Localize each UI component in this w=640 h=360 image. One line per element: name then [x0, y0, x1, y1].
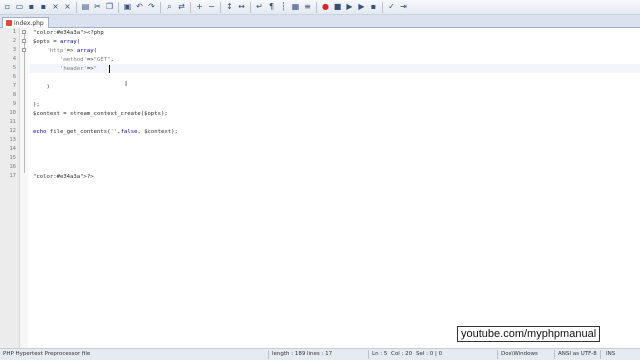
toolbar-separator — [190, 1, 191, 13]
line-number: 5 — [12, 65, 16, 71]
status-lines: lines : 17 — [307, 351, 333, 357]
line-number: 8 — [12, 92, 16, 98]
fold-toggle-icon[interactable] — [22, 39, 26, 43]
current-line-highlight — [29, 64, 640, 73]
print-icon[interactable]: ▤ — [80, 2, 91, 13]
toolbar-separator — [250, 1, 251, 13]
toolbar-separator — [316, 1, 317, 13]
status-bar: PHP Hypertext Preprocessor file length :… — [0, 348, 640, 360]
toolbar-separator — [220, 1, 221, 13]
line-number-gutter: 1 2 3 4 5 6 7 8 9 10 11 12 13 14 15 16 17 — [0, 28, 20, 348]
show-all-icon[interactable]: ¶ — [266, 2, 277, 13]
code-line[interactable]: "color:#e34a3a">?> — [33, 173, 94, 182]
code-line[interactable]: ); — [33, 101, 40, 110]
toolbar-separator — [382, 1, 383, 13]
line-number: 15 — [9, 155, 16, 161]
doc-map-icon[interactable]: ▦ — [290, 2, 301, 13]
line-number: 1 — [12, 29, 16, 35]
php-file-icon — [6, 20, 12, 26]
tab-label: index.php — [14, 19, 44, 27]
fold-guide — [24, 33, 25, 173]
tab-bar: index.php — [0, 15, 640, 28]
play-multi-icon[interactable]: ▶ — [356, 2, 367, 13]
save-macro-icon[interactable]: ▪ — [368, 2, 379, 13]
line-number: 3 — [12, 47, 16, 53]
replace-icon[interactable]: ⇄ — [176, 2, 187, 13]
copy-icon[interactable]: ❐ — [104, 2, 115, 13]
line-number: 16 — [9, 164, 16, 170]
paste-icon[interactable]: ▣ — [122, 2, 133, 13]
status-col: Col : 20 — [391, 351, 413, 357]
line-number: 14 — [9, 146, 16, 152]
line-number: 11 — [9, 119, 16, 125]
undo-icon[interactable]: ↶ — [134, 2, 145, 13]
status-divider — [554, 350, 555, 359]
zoom-in-icon[interactable]: + — [194, 2, 205, 13]
line-number: 13 — [9, 137, 16, 143]
toolbar: ▫ ▭ ▪ ▪ × × ▤ ✂ ❐ ▣ ↶ ↷ ⌕ ⇄ + − ↕ ↔ ↵ ¶ ┆ ▦ ≡ ● ■ ▶ ▶ ▪ ✓ ⇥ — [0, 0, 640, 15]
tab-index-php[interactable]: index.php — [2, 17, 49, 28]
line-number: 7 — [12, 83, 16, 89]
status-ln: Ln : 5 — [372, 351, 388, 357]
toolbar-separator — [160, 1, 161, 13]
word-wrap-icon[interactable]: ↵ — [254, 2, 265, 13]
status-divider — [497, 350, 498, 359]
cut-icon[interactable]: ✂ — [92, 2, 103, 13]
record-icon[interactable]: ● — [320, 2, 331, 13]
code-editor[interactable]: 1 2 3 4 5 6 7 8 9 10 11 12 13 14 15 16 17 "color:#e34a3a… — [0, 28, 640, 348]
line-number: 12 — [9, 128, 16, 134]
status-encoding[interactable]: ANSI as UTF-8 — [558, 351, 597, 357]
stop-icon[interactable]: ■ — [332, 2, 343, 13]
close-icon[interactable]: × — [50, 2, 61, 13]
mouse-text-cursor-icon: I — [125, 80, 128, 88]
save-all-icon[interactable]: ▪ — [38, 2, 49, 13]
spellcheck-icon[interactable]: ✓ — [386, 2, 397, 13]
text-caret — [109, 65, 110, 73]
line-number: 10 — [9, 110, 16, 116]
status-insert-mode[interactable]: INS — [606, 351, 615, 357]
save-icon[interactable]: ▪ — [26, 2, 37, 13]
line-number: 2 — [12, 38, 16, 44]
code-line[interactable]: echo file_get_contents('',false, $contex… — [33, 128, 178, 137]
new-file-icon[interactable]: ▫ — [2, 2, 13, 13]
code-line[interactable]: 'method'=>"GET", — [33, 56, 114, 65]
code-line[interactable]: 'http'=> array( — [33, 47, 97, 56]
code-line[interactable]: "color:#e34a3a"><?php — [33, 29, 104, 38]
status-language: PHP Hypertext Preprocessor file — [3, 351, 91, 357]
code-line[interactable]: 'header'=>" — [33, 65, 97, 74]
status-divider — [368, 350, 369, 359]
find-icon[interactable]: ⌕ — [164, 2, 175, 13]
fold-toggle-icon[interactable] — [22, 48, 26, 52]
status-sel: Sel : 0 | 0 — [416, 351, 443, 357]
status-divider — [268, 350, 269, 359]
sync-h-icon[interactable]: ↔ — [236, 2, 247, 13]
toolbar-separator — [118, 1, 119, 13]
status-eol[interactable]: Dos\Windows — [501, 351, 538, 357]
open-icon[interactable]: ▭ — [14, 2, 25, 13]
line-number: 9 — [12, 101, 16, 107]
line-number: 6 — [12, 74, 16, 80]
line-number: 4 — [12, 56, 16, 62]
status-divider — [600, 350, 601, 359]
code-line[interactable]: $context = stream_context_create($opts); — [33, 110, 168, 119]
trim-icon[interactable]: ⇥ — [398, 2, 409, 13]
indent-guide-icon[interactable]: ┆ — [278, 2, 289, 13]
function-list-icon[interactable]: ≡ — [302, 2, 313, 13]
sync-v-icon[interactable]: ↕ — [224, 2, 235, 13]
status-length: length : 189 — [272, 351, 306, 357]
close-all-icon[interactable]: × — [62, 2, 73, 13]
code-line[interactable]: $opts = array( — [33, 38, 80, 47]
code-line[interactable]: ) — [33, 83, 49, 92]
play-icon[interactable]: ▶ — [344, 2, 355, 13]
redo-icon[interactable]: ↷ — [146, 2, 157, 13]
zoom-out-icon[interactable]: − — [206, 2, 217, 13]
line-number: 17 — [9, 173, 16, 179]
watermark: youtube.com/myphpmanual — [457, 326, 601, 342]
toolbar-separator — [76, 1, 77, 13]
fold-toggle-icon[interactable] — [22, 30, 26, 34]
